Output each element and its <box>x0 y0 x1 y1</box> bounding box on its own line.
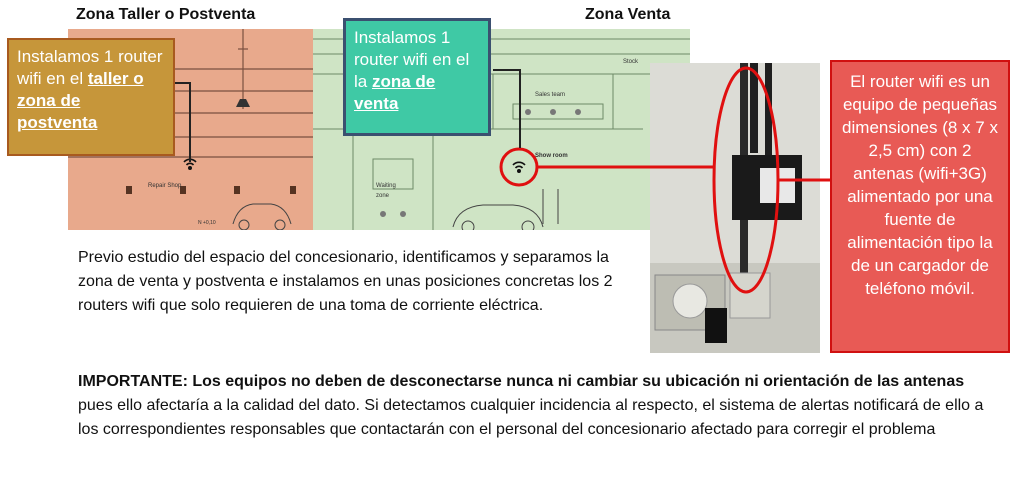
router-highlight-ellipse <box>712 66 780 294</box>
callout-taller: Instalamos 1 router wifi en el taller o … <box>7 38 175 156</box>
callout-router-info: El router wifi es un equipo de pequeñas … <box>830 60 1010 353</box>
callout-venta: Instalamos 1 router wifi en el la zona d… <box>343 18 491 136</box>
important-paragraph: IMPORTANTE: Los equipos no deben de desc… <box>78 370 998 442</box>
important-rest-text: pues ello afectaría a la calidad del dat… <box>78 397 984 438</box>
wifi-highlight-circle <box>499 147 539 187</box>
venta-pointer-line <box>493 69 521 148</box>
taller-pointer-line <box>175 82 191 162</box>
description-paragraph: Previo estudio del espacio del concesion… <box>78 249 613 314</box>
important-bold-text: IMPORTANTE: Los equipos no deben de desc… <box>78 373 965 390</box>
